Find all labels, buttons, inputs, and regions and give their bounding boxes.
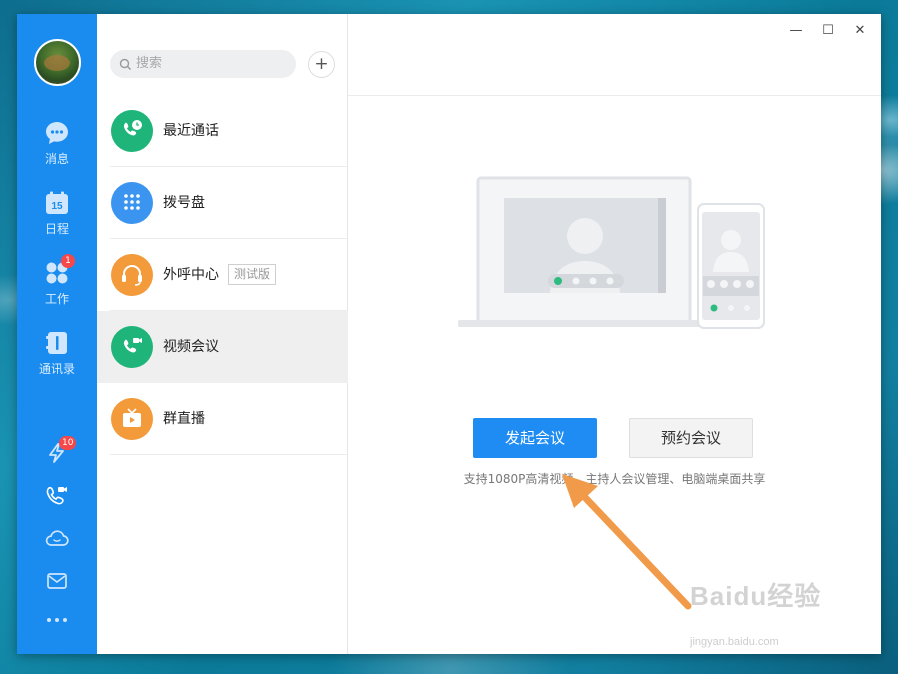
baidu-watermark: Baidu经验 xyxy=(690,576,821,613)
annotation-arrow xyxy=(562,474,692,610)
watermark-brand: Baidu经验 xyxy=(690,581,822,611)
watermark-url: jingyan.baidu.com xyxy=(690,636,779,648)
